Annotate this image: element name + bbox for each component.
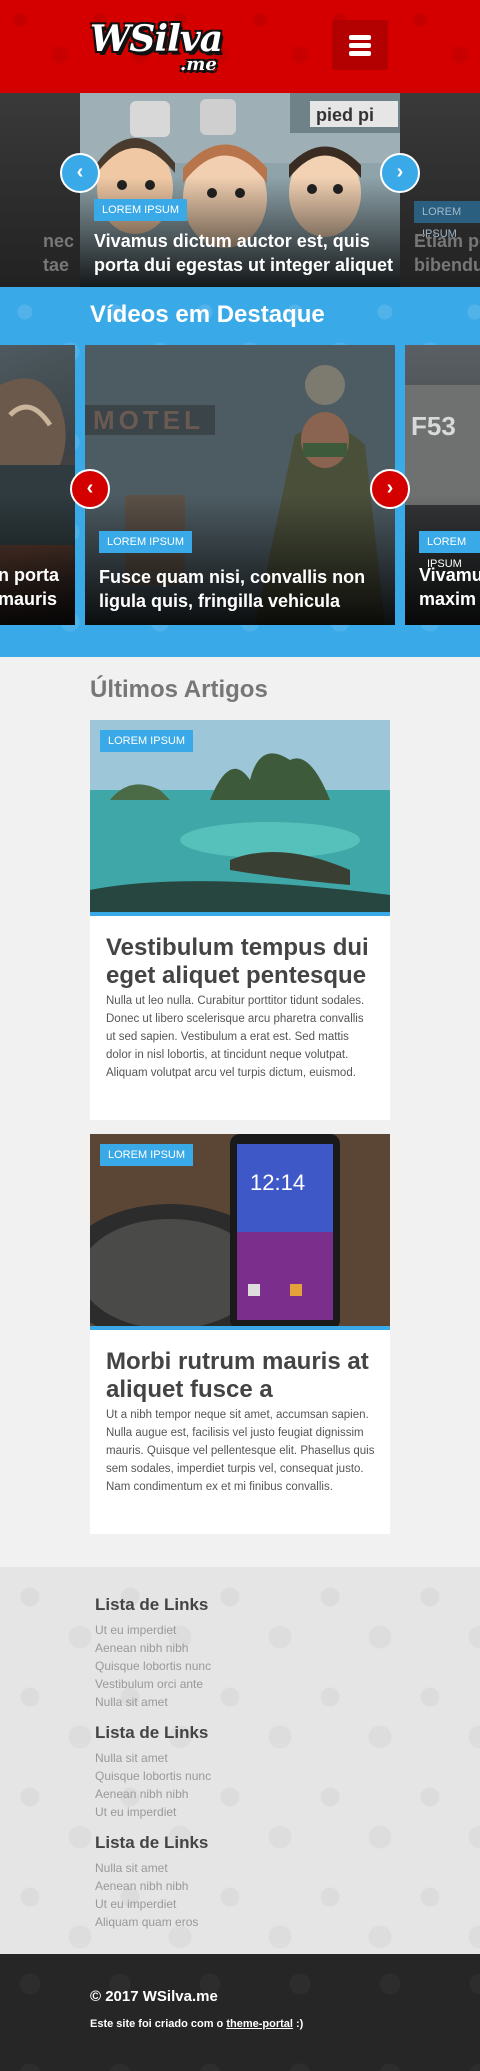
credit-text: Este site foi criado com o theme-portal … bbox=[90, 2018, 304, 2030]
video-current[interactable]: MOTEL LOREM IPSUM Fusce quam nisi, conva… bbox=[85, 345, 395, 625]
footer-link[interactable]: Ut eu imperdiet bbox=[95, 1621, 395, 1639]
article-excerpt: Nulla ut leo nulla. Curabitur porttitor … bbox=[106, 995, 365, 1079]
video-carousel: n porta mauris MOTEL LOREM IPSUM Fusce q… bbox=[0, 345, 480, 625]
slide-next-partial[interactable]: LOREM IPSUM Etiam pe bibendu bbox=[400, 93, 480, 287]
link-list-title: Lista de Links bbox=[95, 1833, 209, 1852]
slide-category-tag[interactable]: LOREM IPSUM bbox=[94, 199, 188, 221]
footer-link[interactable]: Aenean nibh nibh bbox=[95, 1639, 395, 1657]
footer-link[interactable]: Aliquam quam eros bbox=[95, 1913, 395, 1931]
footer-link[interactable]: Nulla sit amet bbox=[95, 1859, 395, 1877]
hero-slider: nec tae pied pi LOREM IPSUM Vivamus dict… bbox=[0, 93, 480, 287]
link-list-title: Lista de Links bbox=[95, 1595, 209, 1614]
video-prev-title: n porta mauris bbox=[0, 565, 59, 609]
link-list: Lista de Links Ut eu imperdiet Aenean ni… bbox=[95, 1595, 395, 1711]
footer-link[interactable]: Aenean nibh nibh bbox=[95, 1877, 395, 1895]
footer-link[interactable]: Ut eu imperdiet bbox=[95, 1895, 395, 1913]
chevron-left-icon: ‹ bbox=[86, 477, 94, 499]
logo-domain: .me bbox=[180, 54, 217, 75]
article-card[interactable]: 12:14 LOREM IPSUM Morbi rutrum mauris at… bbox=[90, 1134, 390, 1534]
slider-prev-button[interactable]: ‹ bbox=[60, 153, 100, 193]
menu-button[interactable] bbox=[332, 20, 388, 70]
footer-links-section: Lista de Links Ut eu imperdiet Aenean ni… bbox=[0, 1567, 480, 1954]
video-title[interactable]: Fusce quam nisi, convallis non ligula qu… bbox=[99, 565, 389, 613]
article-title[interactable]: Morbi rutrum mauris at aliquet fusce a bbox=[106, 1348, 382, 1404]
video-category-tag[interactable]: LOREM IPSUM bbox=[99, 531, 193, 553]
slider-next-button[interactable]: › bbox=[380, 153, 420, 193]
featured-videos-section: Vídeos em Destaque n porta mauris MOTEL bbox=[0, 287, 480, 657]
link-list: Lista de Links Nulla sit amet Aenean nib… bbox=[95, 1833, 395, 1931]
svg-text:12:14: 12:14 bbox=[250, 1170, 305, 1195]
svg-text:MOTEL: MOTEL bbox=[93, 405, 204, 435]
video-next-title: Vivamu maxim bbox=[419, 565, 480, 609]
chevron-left-icon: ‹ bbox=[76, 161, 84, 183]
section-title-articles: Últimos Artigos bbox=[90, 676, 268, 703]
article-card[interactable]: LOREM IPSUM Vestibulum tempus dui eget a… bbox=[90, 720, 390, 1120]
slide-next-title: Etiam pe bibendu bbox=[414, 231, 480, 275]
chevron-right-icon: › bbox=[396, 161, 404, 183]
footer-link[interactable]: Quisque lobortis nunc bbox=[95, 1657, 395, 1675]
theme-portal-link[interactable]: theme-portal bbox=[226, 2018, 293, 2030]
video-next-tag: LOREM IPSUM bbox=[419, 531, 480, 570]
videos-prev-button[interactable]: ‹ bbox=[70, 469, 110, 509]
slide-title[interactable]: Vivamus dictum auctor est, quis porta du… bbox=[94, 229, 394, 277]
slide-current[interactable]: pied pi LOREM IPSUM Vivamus dictum aucto… bbox=[80, 93, 400, 287]
site-header: WSilva .me bbox=[0, 0, 480, 93]
videos-next-button[interactable]: › bbox=[370, 469, 410, 509]
article-title[interactable]: Vestibulum tempus dui eget aliquet pente… bbox=[106, 934, 382, 990]
copyright-text: © 2017 WSilva.me bbox=[90, 1988, 218, 2005]
svg-text:pied pi: pied pi bbox=[316, 105, 374, 125]
video-next-partial[interactable]: F53 LOREM IPSUM Vivamu maxim bbox=[405, 345, 480, 625]
link-list: Lista de Links Nulla sit amet Quisque lo… bbox=[95, 1723, 395, 1821]
article-category-tag[interactable]: LOREM IPSUM bbox=[100, 730, 194, 752]
slide-prev-partial[interactable]: nec tae bbox=[0, 93, 80, 287]
footer-link[interactable]: Nulla sit amet bbox=[95, 1693, 395, 1711]
section-title-videos: Vídeos em Destaque bbox=[90, 301, 325, 328]
chevron-right-icon: › bbox=[386, 477, 394, 499]
footer-link[interactable]: Aenean nibh nibh bbox=[95, 1785, 395, 1803]
site-logo[interactable]: WSilva .me bbox=[90, 18, 223, 78]
video-prev-partial[interactable]: n porta mauris bbox=[0, 345, 75, 625]
link-list-title: Lista de Links bbox=[95, 1723, 209, 1742]
article-excerpt: Ut a nibh tempor neque sit amet, accumsa… bbox=[106, 1409, 375, 1493]
article-category-tag[interactable]: LOREM IPSUM bbox=[100, 1144, 194, 1166]
slide-next-tag: LOREM IPSUM bbox=[414, 201, 480, 240]
footer-link[interactable]: Nulla sit amet bbox=[95, 1749, 395, 1767]
footer-link[interactable]: Quisque lobortis nunc bbox=[95, 1767, 395, 1785]
slide-prev-title: nec tae bbox=[42, 231, 74, 275]
svg-text:F53: F53 bbox=[411, 411, 456, 441]
site-footer: © 2017 WSilva.me Este site foi criado co… bbox=[0, 1954, 480, 2071]
footer-link[interactable]: Ut eu imperdiet bbox=[95, 1803, 395, 1821]
footer-link[interactable]: Vestibulum orci ante bbox=[95, 1675, 395, 1693]
